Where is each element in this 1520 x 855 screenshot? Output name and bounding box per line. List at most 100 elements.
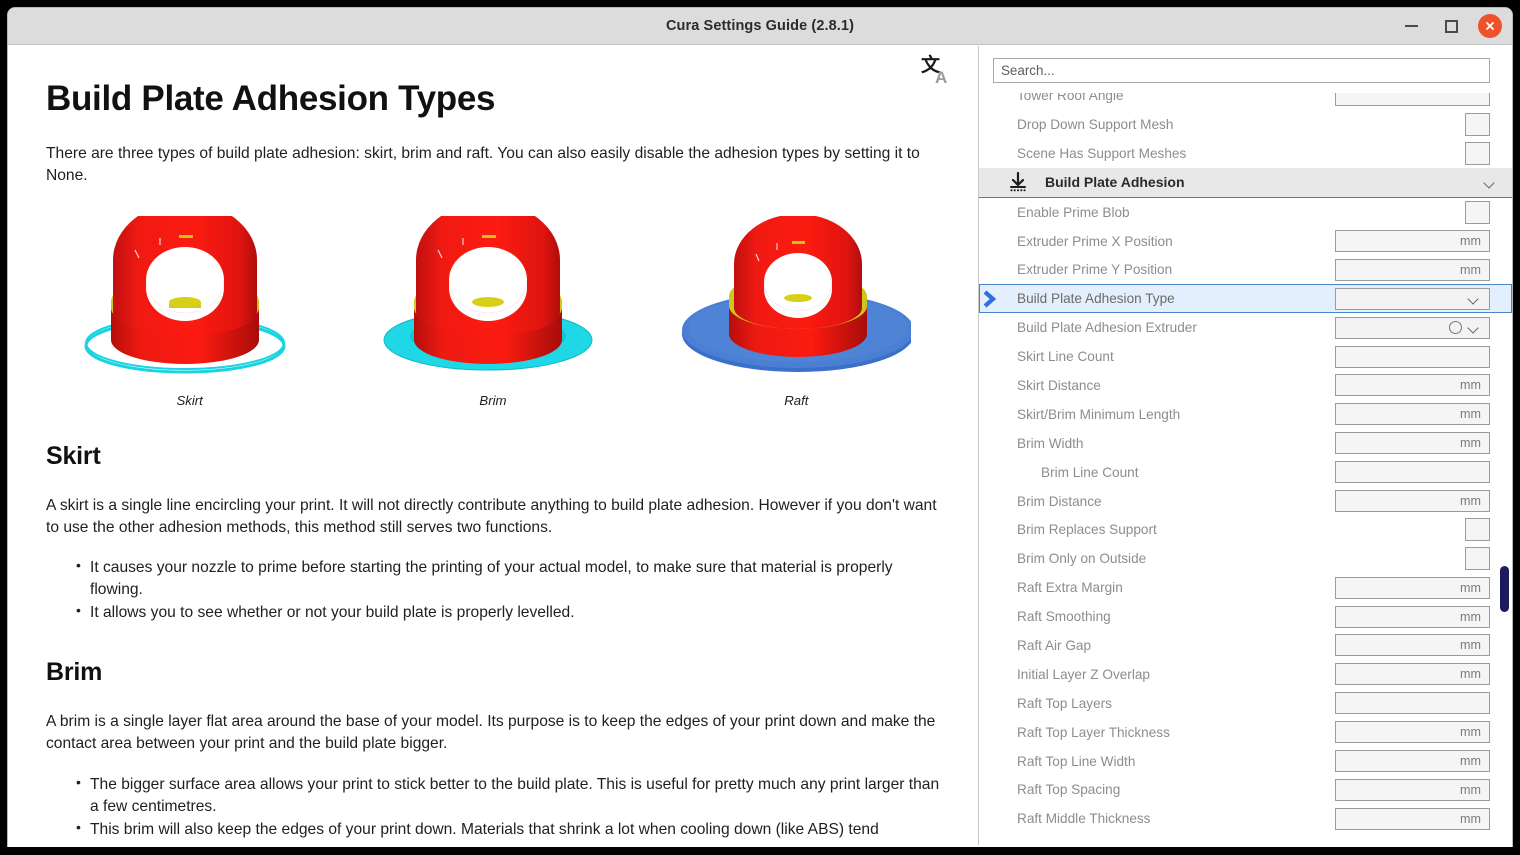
section-bullets-brim: The bigger surface area allows your prin… [76, 773, 948, 841]
setting-row[interactable]: Skirt/Brim Minimum Length mm [979, 400, 1512, 429]
setting-row[interactable]: Raft Top Layers [979, 689, 1512, 718]
setting-row[interactable]: Raft Air Gap mm [979, 631, 1512, 660]
setting-text-field[interactable]: mm [1335, 663, 1490, 686]
list-item: This brim will also keep the edges of yo… [76, 818, 948, 841]
setting-dropdown[interactable] [1335, 287, 1490, 310]
minimize-button[interactable] [1398, 13, 1424, 39]
setting-row[interactable]: Raft Top Layer Thickness mm [979, 718, 1512, 747]
setting-row[interactable]: Raft Top Spacing mm [979, 775, 1512, 804]
figure-row: Skirt Brim Raft [38, 215, 948, 408]
setting-text-field[interactable]: mm [1335, 721, 1490, 744]
setting-row[interactable]: Initial Layer Z Overlap mm [979, 660, 1512, 689]
setting-row[interactable]: Tower Roof Angle [979, 93, 1512, 110]
setting-row[interactable]: Brim Only on Outside [979, 544, 1512, 573]
setting-label: Extruder Prime X Position [1017, 233, 1173, 249]
chevron-down-icon [1469, 295, 1480, 302]
setting-text-field[interactable]: mm [1335, 258, 1490, 281]
setting-text-field[interactable]: mm [1335, 230, 1490, 252]
list-item: It causes your nozzle to prime before st… [76, 556, 948, 601]
search-input[interactable] [993, 58, 1490, 83]
settings-pane: Tower Roof Angle Drop Down Support Mesh Sc… [978, 46, 1512, 847]
setting-row[interactable]: Brim Distance mm [979, 487, 1512, 516]
screen-bottom-edge [0, 847, 1520, 855]
setting-row[interactable]: Drop Down Support Mesh [979, 110, 1512, 139]
setting-row[interactable]: Raft Top Line Width mm [979, 747, 1512, 776]
setting-text-field[interactable] [1335, 461, 1490, 484]
figure-caption: Raft [784, 392, 809, 408]
setting-row[interactable]: Brim Width mm [979, 429, 1512, 458]
setting-text-field[interactable]: mm [1335, 576, 1490, 599]
close-button[interactable] [1478, 14, 1502, 38]
settings-category-header[interactable]: Build Plate Adhesion [979, 167, 1512, 198]
setting-label: Drop Down Support Mesh [1017, 116, 1174, 132]
setting-text-field[interactable]: mm [1335, 750, 1490, 773]
setting-unit: mm [1460, 754, 1481, 769]
setting-label: Build Plate Adhesion Type [1017, 291, 1175, 307]
body-split: 文 A Build Plate Adhesion Types There are… [8, 46, 1512, 847]
chevron-down-icon [1469, 324, 1480, 331]
setting-label: Raft Top Layer Thickness [1017, 724, 1170, 740]
setting-row[interactable]: Extruder Prime Y Position mm [979, 255, 1512, 284]
setting-label: Skirt/Brim Minimum Length [1017, 406, 1181, 422]
setting-checkbox[interactable] [1465, 141, 1490, 165]
setting-unit: mm [1460, 407, 1481, 422]
settings-scroll-region[interactable]: Tower Roof Angle Drop Down Support Mesh Sc… [979, 93, 1512, 847]
setting-row[interactable]: Brim Replaces Support [979, 515, 1512, 544]
titlebar: Cura Settings Guide (2.8.1) [8, 8, 1512, 45]
setting-unit: mm [1460, 436, 1481, 451]
setting-checkbox[interactable] [1465, 518, 1490, 542]
setting-text-field[interactable]: mm [1335, 634, 1490, 657]
setting-label: Initial Layer Z Overlap [1017, 666, 1150, 682]
setting-checkbox[interactable] [1465, 200, 1490, 224]
setting-row[interactable]: Raft Middle Thickness mm [979, 804, 1512, 833]
setting-text-field[interactable]: mm [1335, 605, 1490, 628]
setting-row[interactable]: Build Plate Adhesion Extruder [979, 313, 1512, 342]
setting-row[interactable]: Skirt Distance mm [979, 371, 1512, 400]
setting-row[interactable]: Scene Has Support Meshes [979, 139, 1512, 168]
setting-text-field[interactable]: mm [1335, 778, 1490, 801]
window-title: Cura Settings Guide (2.8.1) [665, 18, 854, 34]
setting-text-field[interactable] [1335, 692, 1490, 715]
setting-row[interactable]: Build Plate Adhesion Type [979, 284, 1512, 314]
setting-label: Tower Roof Angle [1017, 93, 1124, 103]
maximize-button[interactable] [1438, 13, 1464, 39]
setting-checkbox[interactable] [1465, 547, 1490, 571]
setting-text-field[interactable] [1335, 93, 1490, 107]
setting-text-field[interactable]: mm [1335, 403, 1490, 426]
figure-caption: Skirt [176, 392, 203, 408]
setting-text-field[interactable]: mm [1335, 807, 1490, 830]
setting-label: Raft Top Spacing [1017, 782, 1121, 798]
setting-label: Raft Smoothing [1017, 609, 1111, 625]
section-paragraph-skirt: A skirt is a single line encircling your… [46, 496, 937, 536]
setting-checkbox[interactable] [1465, 112, 1490, 136]
setting-text-field[interactable]: mm [1335, 432, 1490, 455]
brim-illustration [383, 215, 593, 371]
settings-scrollbar-thumb[interactable] [1500, 566, 1509, 612]
chevron-down-icon[interactable] [1485, 179, 1496, 186]
setting-row[interactable]: Enable Prime Blob [979, 198, 1512, 227]
setting-row[interactable]: Skirt Line Count [979, 342, 1512, 371]
app-root: Cura Settings Guide (2.8.1) 文 A Build Pl… [0, 0, 1520, 855]
settings-list: Tower Roof Angle Drop Down Support Mesh Sc… [979, 93, 1512, 833]
setting-label: Brim Line Count [1041, 464, 1139, 480]
setting-unit: mm [1460, 667, 1481, 682]
setting-row[interactable]: Brim Line Count [979, 458, 1512, 487]
setting-text-field[interactable]: mm [1335, 374, 1490, 397]
setting-unit: mm [1460, 378, 1481, 393]
section-heading-skirt: Skirt [46, 441, 101, 470]
close-icon [1486, 22, 1494, 30]
setting-label: Brim Distance [1017, 493, 1102, 509]
setting-extruder-dropdown[interactable] [1335, 316, 1490, 339]
setting-text-field[interactable] [1335, 345, 1490, 368]
setting-row[interactable]: Raft Extra Margin mm [979, 573, 1512, 602]
settings-category-label: Build Plate Adhesion [1045, 174, 1185, 191]
figure-brim: Brim [343, 215, 643, 408]
setting-unit: mm [1460, 782, 1481, 797]
list-item: It allows you to see whether or not your… [76, 601, 948, 624]
document-pane: 文 A Build Plate Adhesion Types There are… [8, 46, 978, 847]
setting-row[interactable]: Raft Smoothing mm [979, 602, 1512, 631]
page-title: Build Plate Adhesion Types [46, 79, 496, 118]
setting-text-field[interactable]: mm [1335, 490, 1490, 513]
setting-row[interactable]: Extruder Prime X Position mm [979, 227, 1512, 256]
section-heading-brim: Brim [46, 658, 103, 687]
